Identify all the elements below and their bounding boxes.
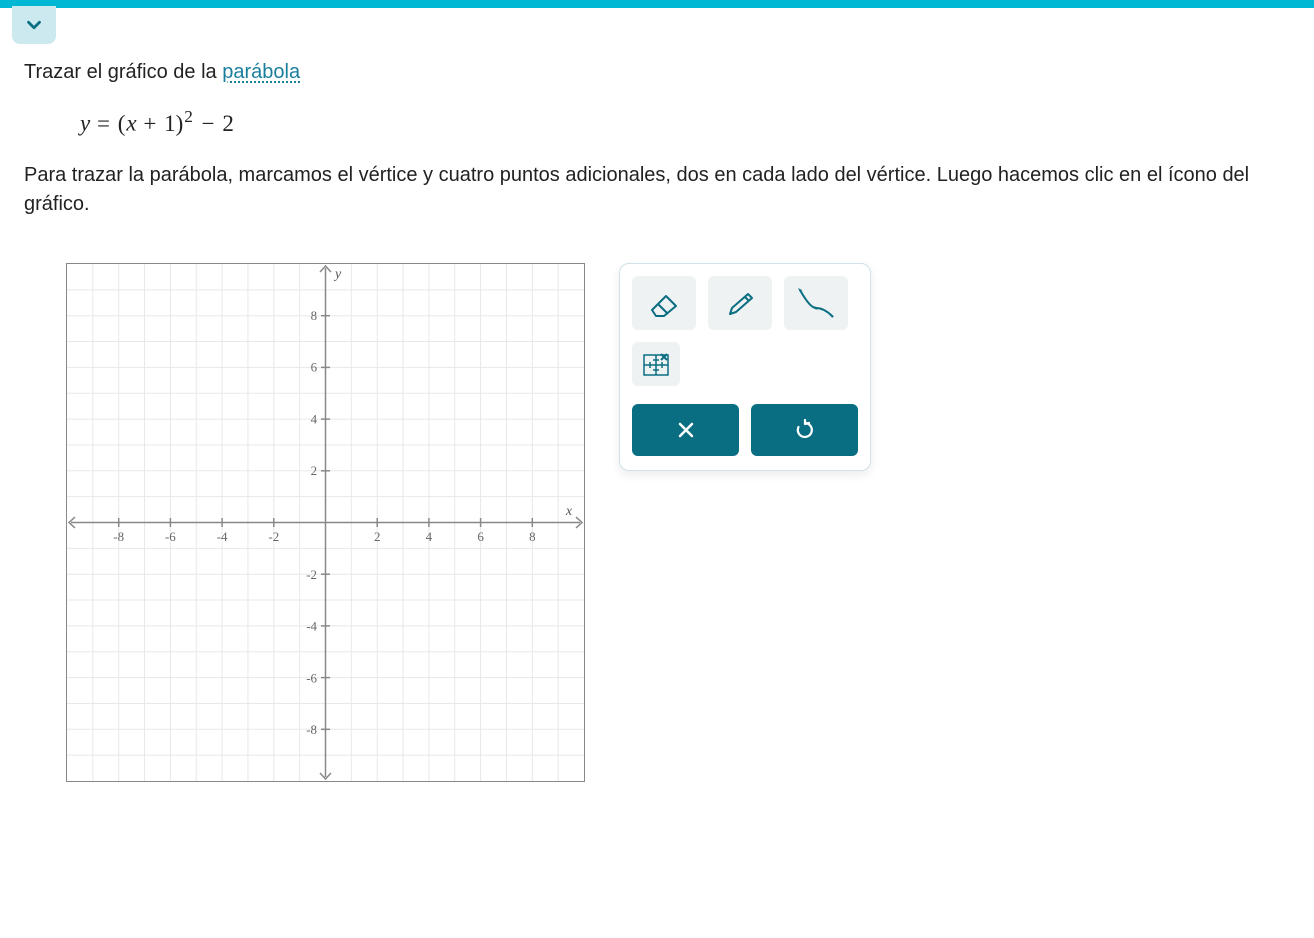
y-tick-label: -2 <box>306 566 317 581</box>
curve-icon <box>796 286 836 320</box>
question-text: Trazar el gráfico de la parábola <box>24 58 1290 87</box>
x-tick-label: -4 <box>217 529 228 544</box>
x-tick-label: -2 <box>268 529 279 544</box>
x-tick-label: 6 <box>477 529 484 544</box>
pencil-icon <box>722 288 758 318</box>
graph-toolbox <box>619 263 871 471</box>
curve-tool-button[interactable] <box>784 276 848 330</box>
problem-content: Trazar el gráfico de la parábola y = (x … <box>0 46 1314 806</box>
instructions-text: Para trazar la parábola, marcamos el vér… <box>24 161 1290 219</box>
y-tick-label: 2 <box>311 463 317 478</box>
glossary-link-parabola[interactable]: parábola <box>222 61 300 83</box>
collapse-toggle-button[interactable] <box>12 6 56 44</box>
pencil-tool-button[interactable] <box>708 276 772 330</box>
undo-icon <box>794 419 816 441</box>
grid-zoom-icon <box>641 350 671 378</box>
workspace: -8 -6 -4 -2 2 4 6 8 8 6 4 2 -2 -4 -6 -8 … <box>24 263 1290 782</box>
x-tick-label: -8 <box>113 529 124 544</box>
eraser-icon <box>646 288 682 318</box>
close-icon <box>676 420 696 440</box>
formula-display: y = (x + 1)2 − 2 <box>24 87 1290 161</box>
undo-button[interactable] <box>751 404 858 456</box>
coordinate-plane[interactable]: -8 -6 -4 -2 2 4 6 8 8 6 4 2 -2 -4 -6 -8 … <box>66 263 585 782</box>
y-tick-label: -8 <box>306 722 317 737</box>
y-tick-label: 4 <box>311 411 318 426</box>
y-tick-label: -6 <box>306 670 317 685</box>
chevron-down-icon <box>23 14 45 36</box>
x-tick-label: 2 <box>374 529 380 544</box>
x-tick-label: 8 <box>529 529 535 544</box>
clear-button[interactable] <box>632 404 739 456</box>
y-axis-label: y <box>333 267 342 282</box>
y-tick-label: 6 <box>311 359 318 374</box>
x-tick-label: -6 <box>165 529 176 544</box>
x-axis-label: x <box>565 504 573 519</box>
grid-zoom-tool-button[interactable] <box>632 342 680 386</box>
eraser-tool-button[interactable] <box>632 276 696 330</box>
x-tick-label: 4 <box>426 529 433 544</box>
top-accent-bar <box>0 0 1314 8</box>
question-prefix: Trazar el gráfico de la <box>24 61 222 83</box>
y-tick-label: -4 <box>306 618 317 633</box>
y-tick-label: 8 <box>311 307 317 322</box>
